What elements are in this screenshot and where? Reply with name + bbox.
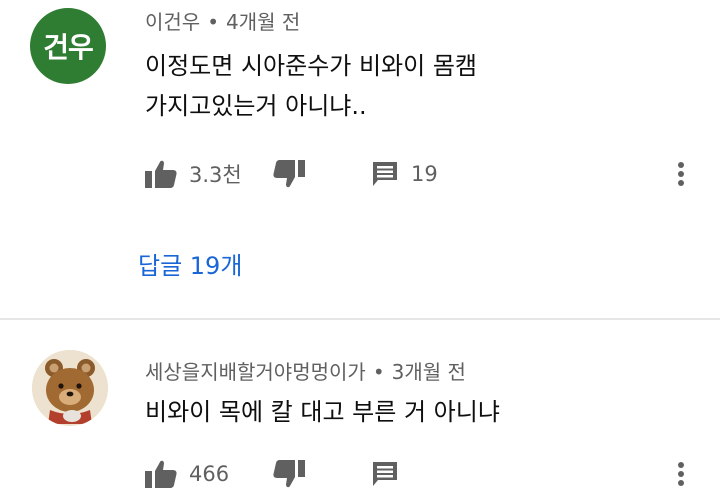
view-replies-link[interactable]: 답글 19개 — [138, 246, 242, 281]
comment-meta: 세상을지배할거야멍멍이가 • 3개월 전 — [145, 356, 466, 385]
comment-author[interactable]: 이건우 — [145, 10, 200, 34]
reply-count: 19 — [411, 162, 438, 186]
dislike-button[interactable] — [273, 156, 305, 192]
more-vert-icon — [677, 160, 685, 188]
comment-time[interactable]: 3개월 전 — [392, 360, 466, 384]
like-count: 466 — [189, 462, 230, 486]
like-button[interactable]: 466 — [145, 456, 229, 492]
comment-icon — [371, 460, 399, 488]
separator-dot: • — [372, 360, 385, 384]
comment-icon — [371, 160, 399, 188]
thumbs-down-icon — [273, 460, 305, 488]
more-button[interactable] — [677, 156, 685, 192]
comment-meta: 이건우 • 4개월 전 — [145, 6, 300, 35]
reply-button[interactable]: 19 — [371, 156, 438, 192]
separator-dot: • — [207, 10, 219, 34]
comment-line: 가지고있는거 아니냐.. — [145, 92, 367, 120]
like-button[interactable]: 3.3천 — [145, 156, 242, 192]
avatar-initials: 건우 — [43, 31, 94, 64]
avatar[interactable]: 건우 — [30, 8, 106, 84]
avatar[interactable] — [32, 350, 108, 426]
teddy-bear-avatar-image — [32, 350, 108, 426]
comment-thread: 건우 이건우 • 4개월 전 이정도면 시아준수가 비와이 몸캠 가지고있는거 아니… — [0, 0, 720, 318]
thumbs-up-icon — [145, 160, 177, 188]
comment-line: 비와이 목에 칼 대고 부른 거 아니냐 — [145, 398, 500, 426]
reply-button[interactable] — [371, 456, 399, 492]
comment-thread: 세상을지배할거야멍멍이가 • 3개월 전 비와이 목에 칼 대고 부른 거 아니냐 … — [0, 320, 720, 500]
thumbs-down-icon — [273, 160, 305, 188]
comment-time[interactable]: 4개월 전 — [226, 10, 300, 34]
more-button[interactable] — [677, 456, 685, 492]
more-vert-icon — [677, 460, 685, 488]
dislike-button[interactable] — [273, 456, 305, 492]
thumbs-up-icon — [145, 460, 177, 488]
comment-author[interactable]: 세상을지배할거야멍멍이가 — [145, 360, 366, 384]
comment-actions: 3.3천 19 — [145, 156, 705, 192]
like-count: 3.3천 — [189, 163, 242, 187]
comment-actions: 466 — [145, 456, 705, 492]
comment-line: 이정도면 시아준수가 비와이 몸캠 — [145, 52, 478, 80]
comment-text: 이정도면 시아준수가 비와이 몸캠 가지고있는거 아니냐.. — [145, 46, 477, 126]
comment-text: 비와이 목에 칼 대고 부른 거 아니냐 — [145, 392, 500, 432]
